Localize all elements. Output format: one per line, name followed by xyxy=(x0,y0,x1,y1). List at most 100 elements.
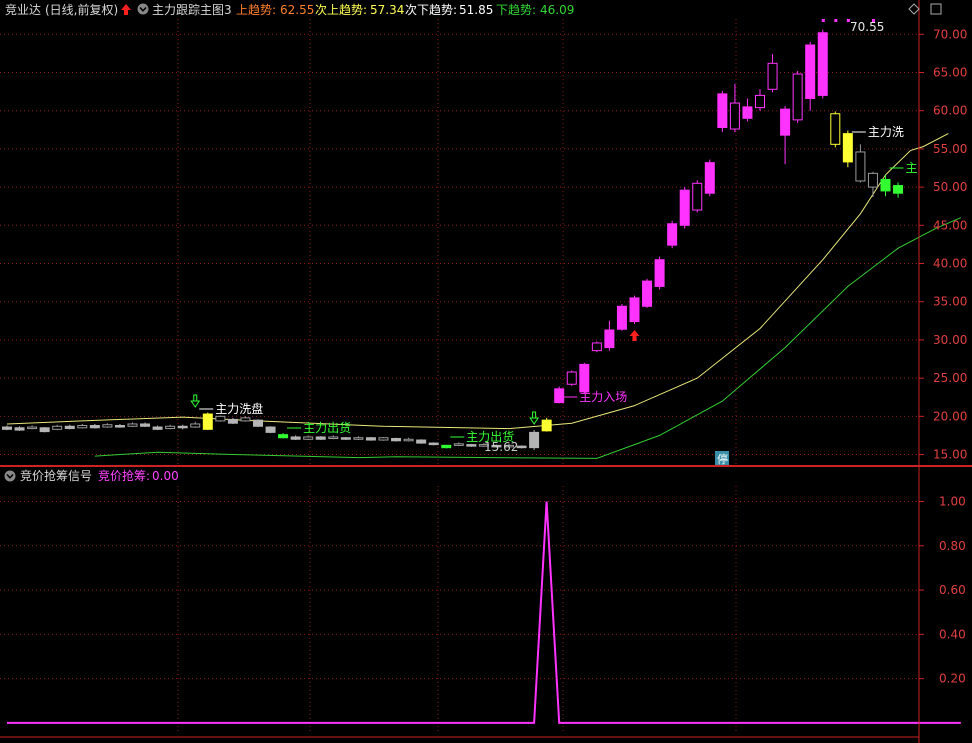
candle-body-57 xyxy=(717,93,728,129)
candle-body-18 xyxy=(227,418,238,424)
up-trend-label: 上趋势: xyxy=(236,3,276,17)
signal-tick-label-0: 0.20 xyxy=(939,672,966,686)
annotation-label-1: 主力出货 xyxy=(303,420,351,435)
candle-body-60 xyxy=(755,94,765,109)
bottom-grid xyxy=(0,486,919,734)
window-icon[interactable] xyxy=(930,3,942,15)
lower-trend-line xyxy=(94,217,961,459)
candle-body-32 xyxy=(403,438,414,442)
candle-body-26 xyxy=(328,436,339,439)
candle-body-53 xyxy=(667,223,678,246)
annotation-label-3: 主力入场 xyxy=(579,390,627,404)
price-tick-label-1: 20.00 xyxy=(933,409,967,423)
down-arrow-icon-1 xyxy=(529,411,540,425)
price-axis: 15.00 20.00 25.00 30.00 35.00 40.00 45.00 50.00… xyxy=(919,27,967,462)
price-tick-label-3: 30.00 xyxy=(933,333,967,347)
price-tick-label-11: 70.00 xyxy=(933,27,967,41)
candle-body-1 xyxy=(14,427,25,431)
candle-body-71 xyxy=(893,185,904,194)
signal-panel-header: 竞价抢筹信号 竞价抢筹: 0.00 xyxy=(4,468,179,483)
candle-body-63 xyxy=(792,73,803,121)
candle-body-62 xyxy=(780,108,791,136)
sub-down-trend-label: 次下趋势: xyxy=(405,3,457,17)
period-label: (日线,前复权) xyxy=(45,2,118,17)
candle-body-42 xyxy=(529,431,540,449)
candle-body-59 xyxy=(742,106,753,119)
panel-frames xyxy=(0,0,972,743)
candle-body-28 xyxy=(353,437,364,440)
candle-body-41 xyxy=(516,445,527,449)
candle-body-31 xyxy=(391,437,402,442)
diamond-icon[interactable] xyxy=(908,3,920,15)
candle-body-35 xyxy=(441,444,452,449)
annotation-label-0: 主力洗盘 xyxy=(215,401,263,416)
candle-body-50 xyxy=(629,297,640,323)
candle-body-19 xyxy=(240,417,251,422)
signal-menu-icon[interactable] xyxy=(4,470,16,482)
stock-name: 竞业达 xyxy=(5,3,41,17)
min-price-label: 15.62 xyxy=(484,440,518,454)
candle-body-29 xyxy=(365,437,376,441)
signal-series xyxy=(7,501,961,724)
price-tick-label-0: 15.00 xyxy=(933,448,967,462)
candle-body-37 xyxy=(466,444,477,447)
candle-body-30 xyxy=(378,437,389,441)
candle-body-70 xyxy=(880,178,891,192)
candle-body-64 xyxy=(805,44,816,99)
top-grid xyxy=(0,19,919,466)
candle-body-12 xyxy=(152,426,163,430)
annotation-label-5: 主 xyxy=(906,161,918,175)
signal-value: 0.00 xyxy=(152,469,179,483)
candle-body-61 xyxy=(767,62,778,90)
candle-body-58 xyxy=(729,102,740,130)
candle-body-55 xyxy=(692,182,703,211)
signal-label: 竞价抢筹: xyxy=(98,468,150,483)
max-price-label: 70.55 xyxy=(850,20,884,34)
candle-body-15 xyxy=(190,423,201,428)
candle-body-0 xyxy=(2,426,12,430)
candle-body-5 xyxy=(64,425,75,430)
candle-body-23 xyxy=(290,436,301,440)
signal-tick-label-1: 0.40 xyxy=(939,627,966,641)
candle-body-20 xyxy=(253,419,263,427)
candle-body-45 xyxy=(566,371,577,385)
candle-body-11 xyxy=(140,423,151,427)
indicator-menu-icon[interactable] xyxy=(137,3,149,15)
stop-badge-text: 停 xyxy=(717,452,728,466)
candle-body-4 xyxy=(52,425,63,430)
candle-body-67 xyxy=(842,133,853,163)
main-chart-header: 竞业达 (日线,前复权) 主力跟踪主图3 上趋势: 62.55 次上趋势: 57… xyxy=(5,2,942,17)
indicator-name: 主力跟踪主图3 xyxy=(152,3,232,17)
price-tick-label-7: 50.00 xyxy=(933,180,967,194)
price-tick-label-5: 40.00 xyxy=(933,257,967,271)
price-tick-label-6: 45.00 xyxy=(933,218,967,232)
candle-body-17 xyxy=(215,415,226,422)
candlestick-series xyxy=(2,29,904,450)
candle-body-48 xyxy=(604,329,615,349)
top-dot-1 xyxy=(834,19,838,22)
candle-body-7 xyxy=(89,425,100,429)
annotation-label-4: 主力洗 xyxy=(868,125,904,139)
candle-body-21 xyxy=(265,426,276,433)
signal-indicator-name: 竞价抢筹信号 xyxy=(20,468,92,483)
candle-body-10 xyxy=(127,423,138,427)
price-tick-label-2: 25.00 xyxy=(933,371,967,385)
candle-body-56 xyxy=(704,162,715,194)
sub-down-trend-value: 51.85 xyxy=(459,3,493,17)
signal-tick-label-4: 1.00 xyxy=(939,495,966,509)
buy-arrow-icon xyxy=(629,330,640,341)
candle-body-3 xyxy=(39,427,50,433)
candle-body-2 xyxy=(27,426,38,430)
moving-average-lines xyxy=(6,133,961,459)
candle-body-36 xyxy=(453,443,464,446)
candle-body-6 xyxy=(77,425,88,429)
up-arrow-icon xyxy=(121,4,131,15)
candle-body-65 xyxy=(817,32,828,96)
down-trend-value: 46.09 xyxy=(540,3,574,17)
chart-canvas[interactable]: 主力洗盘主力出货主力出货主力入场主力洗主 15.0020.0025.0030.0… xyxy=(0,0,972,743)
candle-body-47 xyxy=(591,342,602,352)
price-tick-label-9: 60.00 xyxy=(933,104,967,118)
price-tick-label-4: 35.00 xyxy=(933,295,967,309)
candle-body-13 xyxy=(165,425,176,430)
price-tick-label-8: 55.00 xyxy=(933,142,967,156)
